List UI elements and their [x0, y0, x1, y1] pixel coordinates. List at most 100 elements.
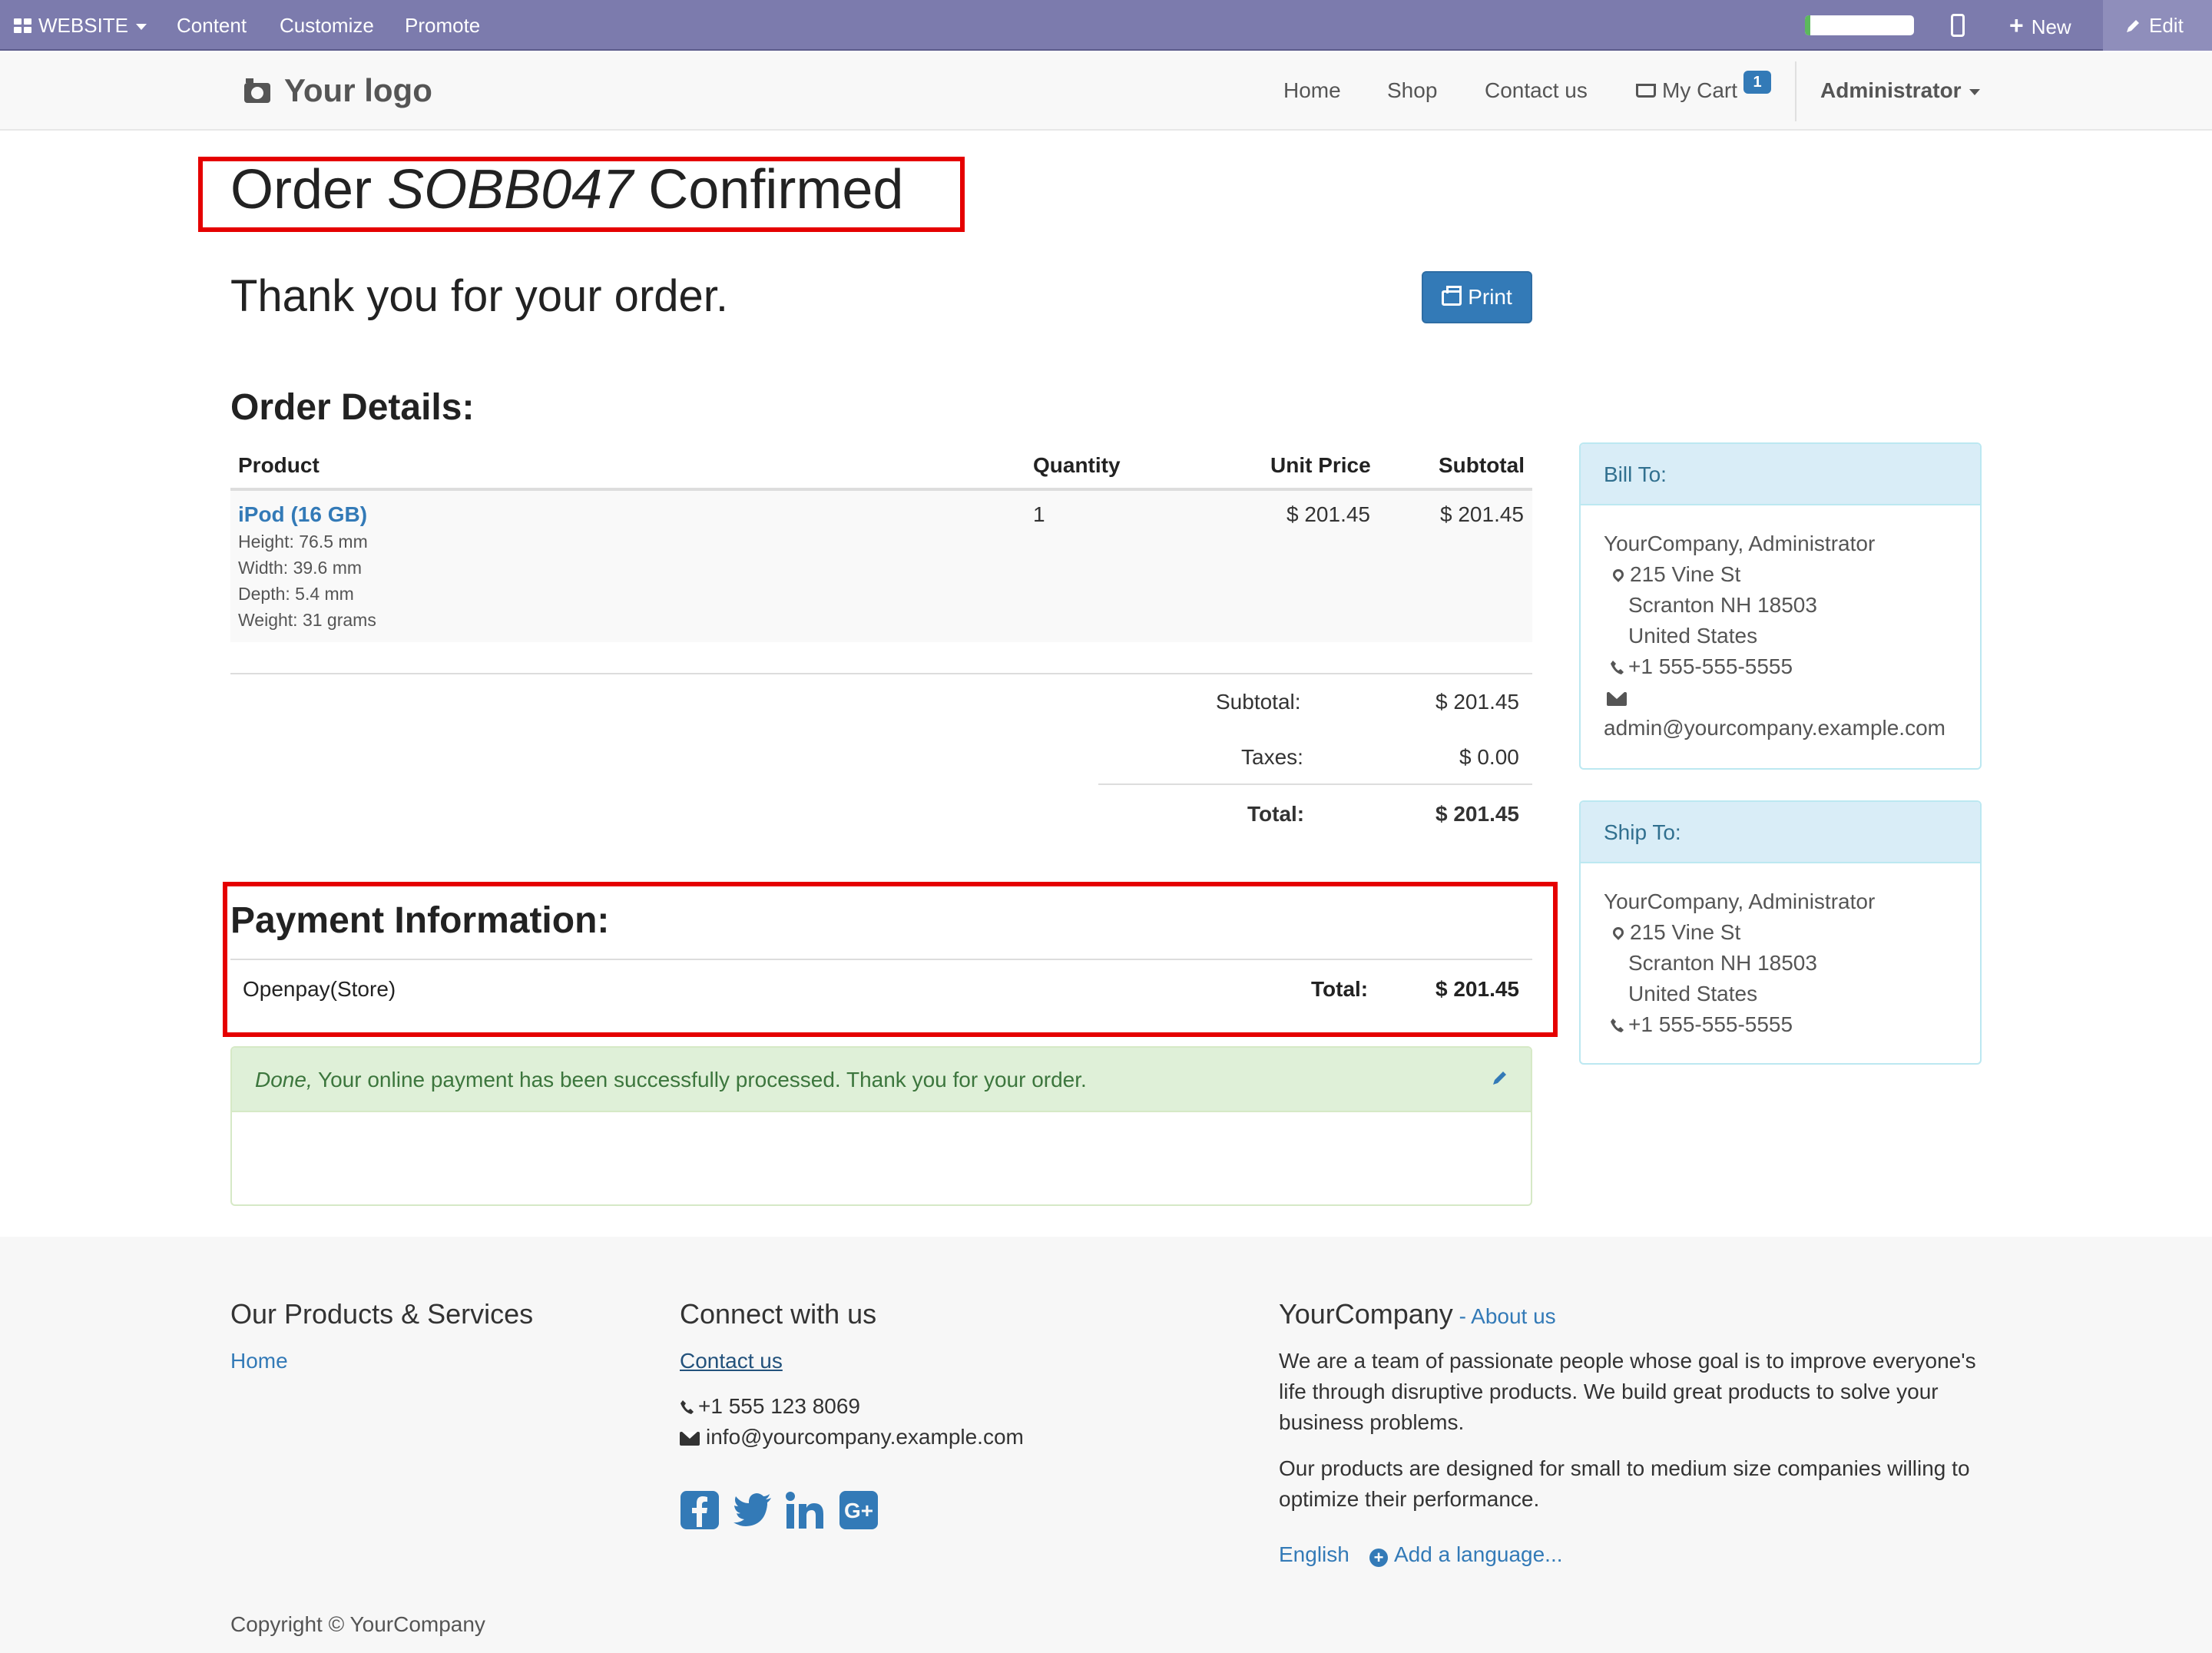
footer-phone: +1 555 123 8069 — [698, 1394, 860, 1418]
footer-email: info@yourcompany.example.com — [706, 1425, 1024, 1449]
footer-contact-link[interactable]: Contact us — [680, 1349, 783, 1373]
user-menu[interactable]: Administrator — [1820, 52, 1980, 131]
status-text: Your online payment has been successfull… — [318, 1068, 1087, 1092]
new-button[interactable]: + New — [2009, 0, 2071, 51]
order-details-heading: Order Details: — [230, 387, 475, 428]
mobile-preview-icon[interactable] — [1951, 14, 1965, 37]
footer-add-language[interactable]: + Add a language... — [1369, 1542, 1563, 1567]
camera-icon — [244, 78, 270, 103]
line-unit-price: $ 201.45 — [1286, 502, 1370, 526]
bill-to-email: admin@yourcompany.example.com — [1604, 716, 1945, 740]
product-attribute-depth: Depth: 5.4 mm — [238, 584, 354, 604]
edit-button[interactable]: Edit — [2103, 0, 2212, 51]
ship-to-country: United States — [1628, 982, 1758, 1005]
nav-cart[interactable]: My Cart 1 — [1636, 52, 1771, 131]
product-name: iPod (16 GB) — [238, 502, 368, 526]
footer-about-paragraph-1: We are a team of passionate people whose… — [1279, 1349, 1976, 1434]
footer-products-heading: Our Products & Services — [230, 1298, 534, 1330]
bill-to-panel: Bill To: YourCompany, Administrator 215 … — [1579, 442, 1982, 770]
summary-total-value: $ 201.45 — [1435, 802, 1519, 826]
nav-divider — [1795, 61, 1796, 121]
envelope-icon — [1607, 692, 1627, 706]
line-subtotal: $ 201.45 — [1440, 502, 1524, 526]
ship-to-street: 215 Vine St — [1630, 920, 1741, 944]
highlight-box-title — [198, 157, 965, 232]
ship-to-heading: Ship To: — [1581, 802, 1980, 863]
footer-language-english[interactable]: English — [1279, 1542, 1349, 1567]
line-quantity: 1 — [1033, 502, 1045, 526]
ship-to-phone: +1 555-555-5555 — [1628, 1012, 1793, 1036]
edit-button-label: Edit — [2149, 14, 2184, 37]
footer-company-heading: YourCompany - About us — [1279, 1298, 1556, 1330]
bill-to-country: United States — [1628, 624, 1758, 648]
print-button-label: Print — [1468, 285, 1512, 309]
envelope-icon — [680, 1432, 700, 1446]
footer-connect-heading: Connect with us — [680, 1298, 877, 1330]
shopping-cart-icon — [1636, 84, 1656, 98]
ship-to-name: YourCompany, Administrator — [1604, 889, 1876, 913]
admin-bar: WEBSITE Content Customize Promote + New E… — [0, 0, 2212, 51]
promote-menu[interactable]: Promote — [405, 0, 480, 51]
bill-to-street: 215 Vine St — [1630, 562, 1741, 586]
summary-subtotal-value: $ 201.45 — [1435, 690, 1519, 714]
nav-home[interactable]: Home — [1283, 52, 1341, 131]
caret-down-icon — [1969, 88, 1980, 95]
plus-circle-icon: + — [1369, 1549, 1388, 1567]
col-header-product: Product — [238, 453, 320, 477]
summary-taxes-label: Taxes: — [1241, 745, 1303, 769]
footer-phone-line: +1 555 123 8069 — [680, 1394, 860, 1419]
nav-contact[interactable]: Contact us — [1485, 52, 1588, 131]
summary-divider — [1098, 783, 1532, 785]
footer-about-link[interactable]: About us — [1471, 1304, 1556, 1328]
summary-total-label: Total: — [1247, 802, 1305, 826]
content-menu[interactable]: Content — [177, 0, 247, 51]
add-language-label: Add a language... — [1394, 1542, 1563, 1566]
col-header-quantity: Quantity — [1033, 453, 1121, 477]
twitter-icon[interactable] — [733, 1490, 773, 1530]
user-menu-label: Administrator — [1820, 78, 1962, 102]
phone-icon — [1611, 661, 1624, 674]
payment-status-panel: Done, Your online payment has been succe… — [230, 1046, 1532, 1206]
linkedin-icon[interactable] — [785, 1490, 825, 1530]
bill-to-heading: Bill To: — [1581, 444, 1980, 505]
ship-to-street-line: 215 Vine St — [1611, 920, 1741, 945]
customize-menu[interactable]: Customize — [280, 0, 374, 51]
status-emphasis: Done, — [255, 1068, 313, 1092]
printer-icon — [1442, 286, 1462, 306]
seo-progress-bar — [1805, 15, 1914, 35]
footer-about-dash: - — [1452, 1304, 1472, 1328]
facebook-icon[interactable] — [680, 1490, 720, 1530]
print-button[interactable]: Print — [1422, 271, 1532, 323]
ship-to-phone-line: +1 555-555-5555 — [1610, 1012, 1793, 1037]
site-navbar: Your logo Home Shop Contact us My Cart 1 … — [0, 52, 2212, 131]
bill-to-phone-line: +1 555-555-5555 — [1610, 654, 1793, 679]
col-header-unit-price: Unit Price — [1270, 453, 1371, 477]
footer-copyright: Copyright © YourCompany — [230, 1612, 485, 1636]
phone-icon — [1611, 1019, 1624, 1032]
footer-company-name: YourCompany — [1279, 1298, 1453, 1330]
product-link[interactable]: iPod (16 GB) — [238, 502, 367, 527]
product-attribute-height: Height: 76.5 mm — [238, 532, 368, 552]
footer-home-link[interactable]: Home — [230, 1349, 288, 1373]
highlight-box-payment — [223, 882, 1558, 1037]
seo-progress-fill — [1805, 15, 1811, 35]
summary-subtotal-label: Subtotal: — [1216, 690, 1301, 714]
col-header-subtotal: Subtotal — [1439, 453, 1525, 477]
site-logo[interactable]: Your logo — [244, 69, 432, 112]
thank-you-heading: Thank you for your order. — [230, 271, 728, 321]
cart-label: My Cart — [1662, 78, 1737, 102]
ship-to-city: Scranton NH 18503 — [1628, 951, 1817, 975]
pencil-icon[interactable] — [1492, 1069, 1508, 1086]
website-menu-label: WEBSITE — [38, 14, 129, 37]
apps-grid-icon — [14, 18, 32, 34]
bill-to-city: Scranton NH 18503 — [1628, 593, 1817, 617]
map-marker-icon — [1611, 925, 1626, 940]
website-menu[interactable]: WEBSITE — [14, 0, 147, 51]
bill-to-phone: +1 555-555-5555 — [1628, 654, 1793, 678]
google-plus-icon[interactable]: G+ — [839, 1490, 879, 1530]
payment-status-header: Done, Your online payment has been succe… — [232, 1048, 1531, 1112]
map-marker-icon — [1611, 567, 1626, 582]
cart-count-badge: 1 — [1743, 71, 1771, 94]
product-attribute-width: Width: 39.6 mm — [238, 558, 363, 578]
nav-shop[interactable]: Shop — [1387, 52, 1437, 131]
